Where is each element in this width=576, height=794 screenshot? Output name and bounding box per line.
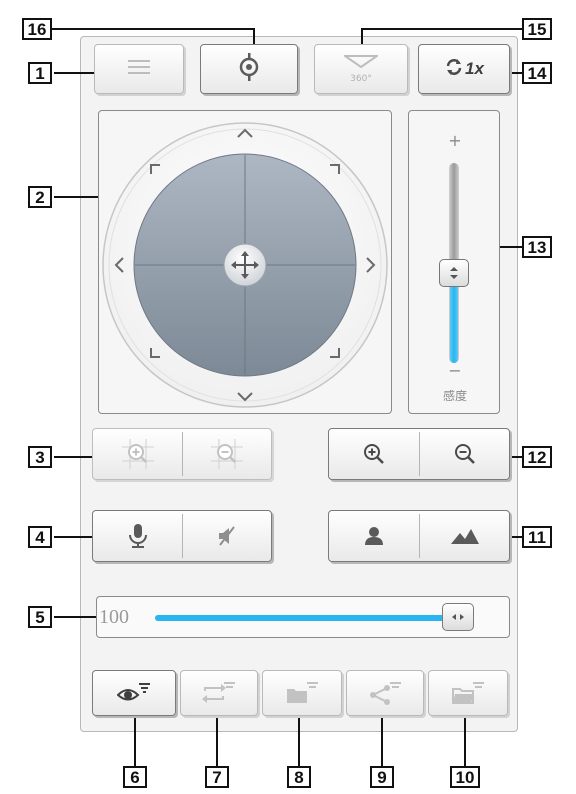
sensitivity-label: 感度 — [442, 389, 467, 403]
folder-menu-icon — [287, 682, 318, 703]
callout-13: 13 — [522, 236, 552, 258]
view-360-label: 360° — [350, 74, 372, 84]
mute-button[interactable] — [183, 511, 271, 561]
person-mode-button[interactable] — [329, 511, 419, 561]
callout-1: 1 — [28, 62, 52, 84]
zoom-out-button[interactable] — [420, 429, 509, 479]
callout-6: 6 — [123, 766, 147, 788]
microphone-button[interactable] — [93, 511, 182, 561]
leader-12 — [510, 456, 522, 458]
callout-16: 16 — [22, 18, 52, 40]
leader-15-drop — [361, 28, 363, 44]
rotate-icon — [444, 57, 464, 82]
callout-4: 4 — [28, 526, 52, 548]
zoom-out-icon — [454, 444, 475, 464]
open-folder-button[interactable] — [428, 670, 508, 716]
swap-menu-icon — [202, 682, 235, 703]
share-menu-icon — [370, 682, 401, 705]
dome-360-icon — [341, 54, 381, 73]
leader-8 — [298, 718, 300, 768]
leader-7 — [216, 718, 218, 768]
leader-1 — [54, 72, 94, 74]
ptz-joystick[interactable] — [224, 243, 266, 285]
leader-5 — [54, 616, 96, 618]
preset-button[interactable] — [200, 44, 298, 94]
volume-thumb[interactable] — [442, 603, 475, 631]
speaker-mute-icon — [219, 526, 235, 546]
volume-slider[interactable]: 100 — [96, 596, 510, 638]
mode-group — [328, 510, 510, 562]
zoom-in-button[interactable] — [329, 429, 419, 479]
leader-4 — [54, 536, 92, 538]
pan-right-button[interactable] — [362, 254, 384, 280]
leader-9 — [381, 718, 383, 768]
open-folder-menu-icon — [452, 682, 484, 704]
digital-zoom-out-button[interactable] — [183, 429, 271, 479]
sensitivity-plus: + — [448, 131, 462, 150]
volume-fill — [155, 615, 459, 621]
audio-group — [92, 510, 272, 562]
leader-11 — [510, 536, 522, 538]
callout-14: 14 — [522, 62, 552, 84]
callout-3: 3 — [28, 446, 52, 468]
leader-6 — [134, 710, 136, 768]
folder-button[interactable] — [262, 670, 342, 716]
callout-9: 9 — [370, 766, 394, 788]
pan-up-button[interactable] — [230, 124, 256, 146]
view-button[interactable] — [92, 670, 176, 716]
leader-13 — [500, 246, 522, 248]
sensitivity-minus: − — [448, 361, 462, 380]
view-360-button[interactable]: 360° — [314, 44, 408, 94]
callout-2: 2 — [28, 186, 52, 208]
person-icon — [365, 527, 383, 545]
menu-button[interactable] — [94, 44, 184, 94]
callout-12: 12 — [522, 446, 552, 468]
leader-3 — [54, 456, 92, 458]
microphone-icon — [128, 524, 147, 548]
callout-5: 5 — [28, 606, 52, 628]
callout-7: 7 — [205, 766, 229, 788]
digital-zoom-out-icon — [211, 439, 243, 469]
leader-15 — [362, 28, 522, 30]
zoom-in-icon — [364, 444, 384, 464]
callout-11: 11 — [522, 526, 552, 548]
pan-left-button[interactable] — [106, 254, 128, 280]
leader-16-drop — [253, 28, 255, 44]
eye-menu-icon — [117, 683, 150, 701]
callout-8: 8 — [287, 766, 311, 788]
volume-value: 100 — [99, 606, 129, 628]
speed-button[interactable]: 1x — [418, 44, 510, 94]
swap-button[interactable] — [180, 670, 258, 716]
digital-zoom-in-button[interactable] — [93, 429, 182, 479]
sensitivity-thumb[interactable] — [439, 259, 469, 287]
digital-zoom-in-icon — [121, 439, 154, 469]
zoom-group — [328, 428, 510, 480]
pan-down-button[interactable] — [230, 386, 256, 408]
speed-label: 1x — [465, 59, 484, 78]
digital-zoom-group — [92, 428, 272, 480]
leader-10 — [464, 718, 466, 768]
leader-16 — [52, 28, 254, 30]
sensitivity-panel: + − 感度 — [408, 110, 500, 414]
leader-2 — [54, 196, 100, 198]
share-button[interactable] — [346, 670, 424, 716]
mountain-icon — [450, 529, 479, 544]
up-down-icon — [450, 267, 458, 279]
callout-10: 10 — [450, 766, 480, 788]
menu-icon — [128, 59, 150, 80]
landscape-mode-button[interactable] — [420, 511, 509, 561]
callout-15: 15 — [522, 18, 552, 40]
target-icon — [235, 52, 263, 86]
left-right-icon — [452, 614, 465, 620]
leader-14 — [510, 72, 522, 74]
